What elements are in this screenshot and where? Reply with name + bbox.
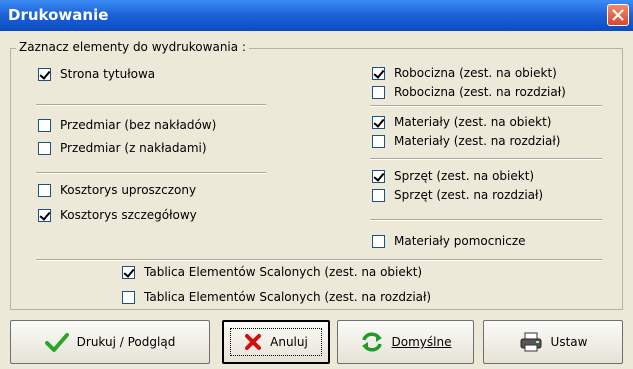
printer-icon [519,332,543,352]
checkbox-box[interactable] [372,115,385,129]
checkbox-strona-tytulowa[interactable]: Strona tytułowa [38,67,155,81]
checkbox-box[interactable] [38,183,51,197]
checkbox-label: Tablica Elementów Scalonych (zest. na ro… [144,290,432,304]
print-preview-button[interactable]: Drukuj / Podgląd [10,320,210,364]
checkbox-tes-obiekt[interactable]: Tablica Elementów Scalonych (zest. na ob… [122,265,422,279]
setup-button[interactable]: Ustaw [483,320,623,364]
setup-label: Ustaw [550,335,588,349]
checkbox-box[interactable] [372,188,385,202]
checkbox-box[interactable] [122,290,135,304]
checkbox-box[interactable] [372,134,385,148]
defaults-button[interactable]: Domyślne [337,320,474,364]
checkbox-materialy-rozdzial[interactable]: Materiały (zest. na rozdział) [372,134,560,148]
checkbox-label: Sprzęt (zest. na obiekt) [394,169,535,183]
checkbox-box[interactable] [372,169,385,183]
checkbox-label: Przedmiar (z nakładami) [60,141,207,155]
checkbox-label: Przedmiar (bez nakładów) [60,118,217,132]
separator [370,158,602,160]
checkbox-label: Strona tytułowa [60,67,156,81]
separator [36,259,602,261]
cancel-button[interactable]: Anuluj [222,320,330,364]
checkbox-label: Materiały pomocnicze [394,234,526,248]
checkbox-sprzet-rozdzial[interactable]: Sprzęt (zest. na rozdział) [372,188,543,202]
checkbox-box[interactable] [122,265,135,279]
checkbox-label: Kosztorys uproszczony [60,183,197,197]
checkbox-label: Sprzęt (zest. na rozdział) [394,188,544,202]
print-preview-label: Drukuj / Podgląd [76,335,176,349]
separator [36,172,266,174]
checkbox-box[interactable] [372,85,385,99]
checkbox-box[interactable] [38,141,51,155]
separator [370,105,602,107]
checkbox-box[interactable] [372,234,385,248]
window-title: Drukowanie [8,6,109,24]
checkbox-materialy-obiekt[interactable]: Materiały (zest. na obiekt) [372,115,551,129]
checkbox-box[interactable] [38,67,51,81]
checkbox-tes-rozdzial[interactable]: Tablica Elementów Scalonych (zest. na ro… [122,290,431,304]
focus-rect [230,328,322,356]
checkbox-kosztorys-uproszczony[interactable]: Kosztorys uproszczony [38,183,196,197]
checkbox-box[interactable] [372,66,385,80]
checkbox-kosztorys-szczegolowy[interactable]: Kosztorys szczegółowy [38,208,197,222]
close-button[interactable] [607,4,629,26]
checkbox-label: Materiały (zest. na rozdział) [394,134,561,148]
checkbox-label: Robocizna (zest. na obiekt) [394,66,557,80]
title-bar[interactable]: Drukowanie [0,0,633,31]
print-dialog: Drukowanie Zaznacz elementy do wydrukowa… [0,0,633,369]
separator [370,219,602,221]
checkbox-label: Kosztorys szczegółowy [60,208,197,222]
refresh-icon [360,331,384,353]
checkbox-robocizna-rozdzial[interactable]: Robocizna (zest. na rozdział) [372,85,566,99]
checkbox-label: Tablica Elementów Scalonych (zest. na ob… [144,265,423,279]
defaults-label: Domyślne [391,335,452,349]
checkbox-box[interactable] [38,208,51,222]
checkbox-materialy-pomocnicze[interactable]: Materiały pomocnicze [372,234,526,248]
checkbox-robocizna-obiekt[interactable]: Robocizna (zest. na obiekt) [372,66,557,80]
checkbox-sprzet-obiekt[interactable]: Sprzęt (zest. na obiekt) [372,169,534,183]
checkbox-box[interactable] [38,118,51,132]
close-icon [612,9,624,21]
checkbox-label: Materiały (zest. na obiekt) [394,115,552,129]
checkbox-label: Robocizna (zest. na rozdział) [394,85,566,99]
group-label: Zaznacz elementy do wydrukowania : [16,40,249,54]
separator [36,104,266,106]
checkbox-przedmiar-bez[interactable]: Przedmiar (bez nakładów) [38,118,216,132]
checkbox-przedmiar-z[interactable]: Przedmiar (z nakładami) [38,141,207,155]
checkmark-icon [44,332,69,352]
